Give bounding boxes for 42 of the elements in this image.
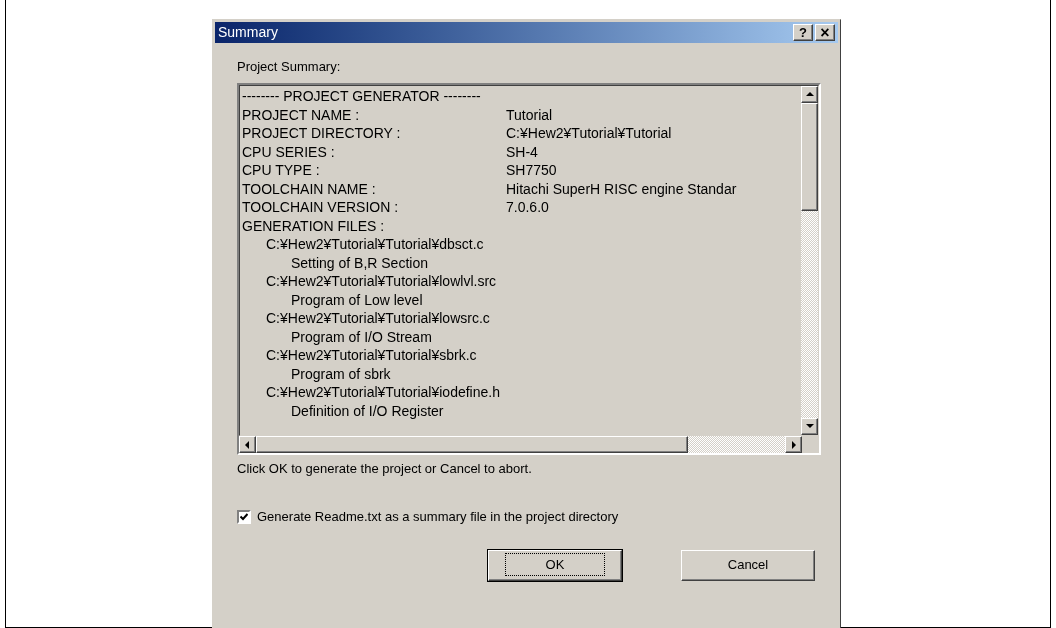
field-value: SH7750: [506, 161, 557, 180]
horizontal-scrollbar[interactable]: [239, 436, 802, 453]
scroll-arrow-button[interactable]: [801, 86, 818, 103]
summary-line: GENERATION FILES :: [242, 216, 386, 235]
file-path: C:¥Hew2¥Tutorial¥Tutorial¥lowsrc.c: [265, 309, 490, 328]
file-description: Program of Low level: [290, 290, 423, 309]
field-value: C:¥Hew2¥Tutorial¥Tutorial: [506, 124, 672, 143]
scrollbar-thumb[interactable]: [256, 436, 688, 453]
scroll-arrow-button[interactable]: [785, 436, 802, 453]
file-description: Definition of I/O Register: [290, 401, 444, 420]
window-title: Summary: [218, 23, 279, 42]
scroll-arrow-button[interactable]: [801, 418, 818, 435]
file-path: C:¥Hew2¥Tutorial¥Tutorial¥lowlvl.src: [265, 272, 497, 291]
field-label: TOOLCHAIN VERSION :: [242, 198, 400, 217]
summary-line: -------- PROJECT GENERATOR --------: [242, 87, 482, 106]
file-path: C:¥Hew2¥Tutorial¥Tutorial¥sbrk.c: [265, 346, 477, 365]
file-description: Program of sbrk: [290, 364, 391, 383]
field-label: CPU SERIES :: [242, 142, 336, 161]
file-path: C:¥Hew2¥Tutorial¥Tutorial¥dbsct.c: [265, 235, 484, 254]
hint-text: Click OK to generate the project or Cancel to abort.: [237, 460, 533, 477]
field-value: Tutorial: [506, 105, 553, 124]
help-button[interactable]: ?: [793, 24, 813, 41]
scrollbar-thumb[interactable]: [801, 103, 818, 211]
file-path: C:¥Hew2¥Tutorial¥Tutorial¥iodefine.h: [265, 383, 500, 402]
summary-label: Project Summary:: [237, 58, 342, 75]
field-label: CPU TYPE :: [242, 161, 321, 180]
checkmark-icon: [240, 512, 248, 521]
dialog-button[interactable]: Cancel: [681, 549, 815, 581]
close-button[interactable]: ×: [815, 24, 835, 41]
file-description: Setting of B,R Section: [290, 253, 428, 272]
field-label: PROJECT NAME :: [242, 105, 361, 124]
dialog-button[interactable]: OK: [488, 549, 622, 581]
field-label: TOOLCHAIN NAME :: [242, 179, 377, 198]
vertical-scrollbar[interactable]: [801, 86, 818, 435]
field-value: SH-4: [506, 142, 538, 161]
field-value: 7.0.6.0: [506, 198, 549, 217]
scroll-arrow-button[interactable]: [239, 436, 256, 453]
field-label: PROJECT DIRECTORY :: [242, 124, 402, 143]
file-description: Program of I/O Stream: [290, 327, 432, 346]
checkbox-label: Generate Readme.txt as a summary file in the project directory: [257, 508, 619, 526]
field-value: Hitachi SuperH RISC engine Standar: [506, 179, 737, 198]
checkbox[interactable]: [237, 509, 251, 524]
